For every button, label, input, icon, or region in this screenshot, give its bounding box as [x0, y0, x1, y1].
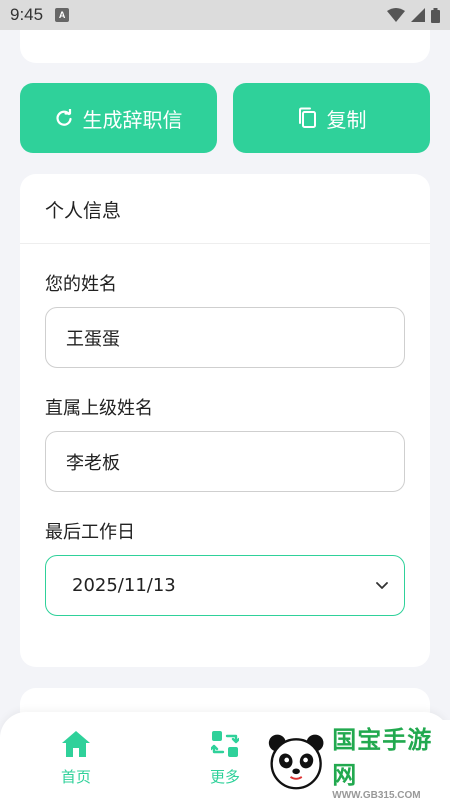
- section-title: 个人信息: [20, 174, 430, 244]
- watermark-url: WWW.GB315.COM: [332, 789, 421, 800]
- wifi-icon: [387, 8, 405, 22]
- name-value: 王蛋蛋: [66, 328, 120, 350]
- watermark-title: 国宝手游网: [332, 725, 433, 789]
- notification-icon: A: [55, 8, 70, 22]
- last-day-label: 最后工作日: [45, 522, 135, 543]
- nav-more[interactable]: 更多: [199, 730, 251, 787]
- name-label: 您的姓名: [45, 274, 117, 295]
- chevron-down-icon: [376, 581, 388, 589]
- name-input[interactable]: 王蛋蛋: [45, 307, 405, 368]
- nav-more-label: 更多: [209, 768, 240, 786]
- previous-card: [20, 30, 430, 63]
- copy-icon: [298, 107, 316, 128]
- supervisor-input[interactable]: 李老板: [45, 431, 405, 492]
- copy-label: 复制: [326, 107, 367, 132]
- personal-info-card: 个人信息 您的姓名 王蛋蛋 直属上级姓名 李老板 最后工作日 2025/11/1…: [20, 174, 430, 667]
- supervisor-value: 李老板: [66, 452, 120, 474]
- supervisor-label: 直属上级姓名: [45, 398, 153, 419]
- last-day-value: 2025/11/13: [72, 575, 176, 596]
- status-time: 9:45: [10, 5, 44, 24]
- generate-letter-button[interactable]: 生成辞职信: [20, 83, 217, 153]
- watermark-text: 国宝手游网 WWW.GB315.COM: [332, 720, 450, 800]
- status-icons: [387, 7, 440, 23]
- refresh-icon: [56, 109, 72, 126]
- watermark: 国宝手游网 WWW.GB315.COM: [262, 720, 450, 800]
- last-day-select[interactable]: 2025/11/13: [45, 555, 405, 616]
- home-icon: [62, 731, 90, 757]
- generate-letter-label: 生成辞职信: [82, 107, 183, 132]
- swap-icon: [211, 731, 239, 757]
- nav-home-label: 首页: [60, 768, 91, 786]
- signal-icon: [411, 8, 425, 22]
- nav-home[interactable]: 首页: [50, 730, 102, 787]
- panda-logo-icon: [268, 734, 324, 790]
- battery-icon: [431, 7, 440, 23]
- status-bar: 9:45 A: [0, 0, 450, 30]
- copy-button[interactable]: 复制: [233, 83, 430, 153]
